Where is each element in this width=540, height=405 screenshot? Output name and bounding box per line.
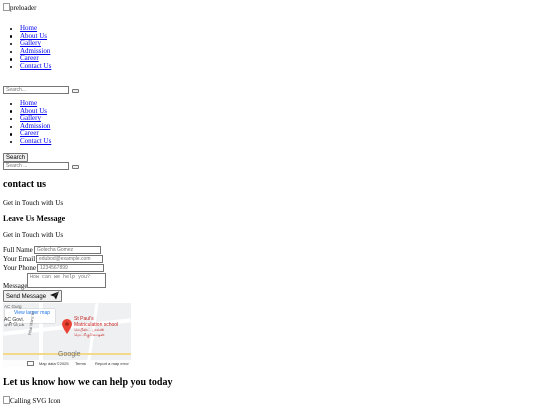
search-button[interactable]: Search (3, 153, 29, 162)
map-data-text: Map data ©2025 (39, 361, 69, 366)
page-subtitle: Get in Touch with Us (3, 199, 64, 207)
mobile-nav: Home About Us Gallery Admission Career C… (3, 99, 51, 146)
search-input-mobile[interactable]: Search ... (3, 162, 69, 170)
preloader-image: preloader (3, 3, 36, 12)
message-label: Message (3, 282, 28, 290)
map-place-local: செயின்ட் பால்ஸ் மெட்ரிகுலேஷன் (74, 327, 105, 337)
send-message-button[interactable]: Send Message (3, 290, 62, 302)
main-nav: Home About Us Gallery Admission Career C… (3, 24, 51, 71)
search-submit-button[interactable] (72, 89, 79, 93)
form-subtitle: Get in Touch with Us (3, 231, 64, 239)
name-input[interactable]: Golecha Gomez (34, 246, 101, 254)
map-area-local: ஏசி மெக் (4, 322, 25, 328)
mobile-nav-item-contact[interactable]: Contact Us (3, 137, 51, 146)
cta-heading: Let us know how we can help you today (3, 377, 173, 388)
name-label: Full Name (3, 246, 33, 254)
phone-input[interactable]: 1234567899 (37, 264, 104, 272)
broken-image-icon (3, 396, 10, 404)
map-embed[interactable]: View larger map AC Gurg AC Govi. ஏசி மெக… (3, 303, 131, 367)
calling-image: Calling SVG Icon (3, 396, 61, 405)
form-heading: Leave Us Message (3, 214, 66, 223)
keyboard-icon[interactable] (27, 360, 34, 366)
search-input[interactable]: Search... (3, 86, 69, 94)
map-area-label: AC Gurg (4, 304, 22, 309)
search-submit-button-mobile[interactable] (72, 165, 79, 169)
message-textarea[interactable]: How can we help you? (27, 273, 106, 288)
google-logo: Google (58, 351, 81, 358)
page-title: contact us (3, 179, 47, 190)
nav-item-contact[interactable]: Contact Us (3, 62, 51, 71)
phone-label: Your Phone (3, 264, 36, 272)
broken-image-icon (3, 3, 10, 11)
email-input[interactable]: edubod@example.com (36, 255, 103, 263)
map-report-link[interactable]: Report a map error (95, 360, 129, 367)
map-pin-icon[interactable] (62, 319, 72, 336)
map-terms-link[interactable]: Terms (75, 360, 86, 367)
email-label: Your Email (3, 255, 36, 263)
